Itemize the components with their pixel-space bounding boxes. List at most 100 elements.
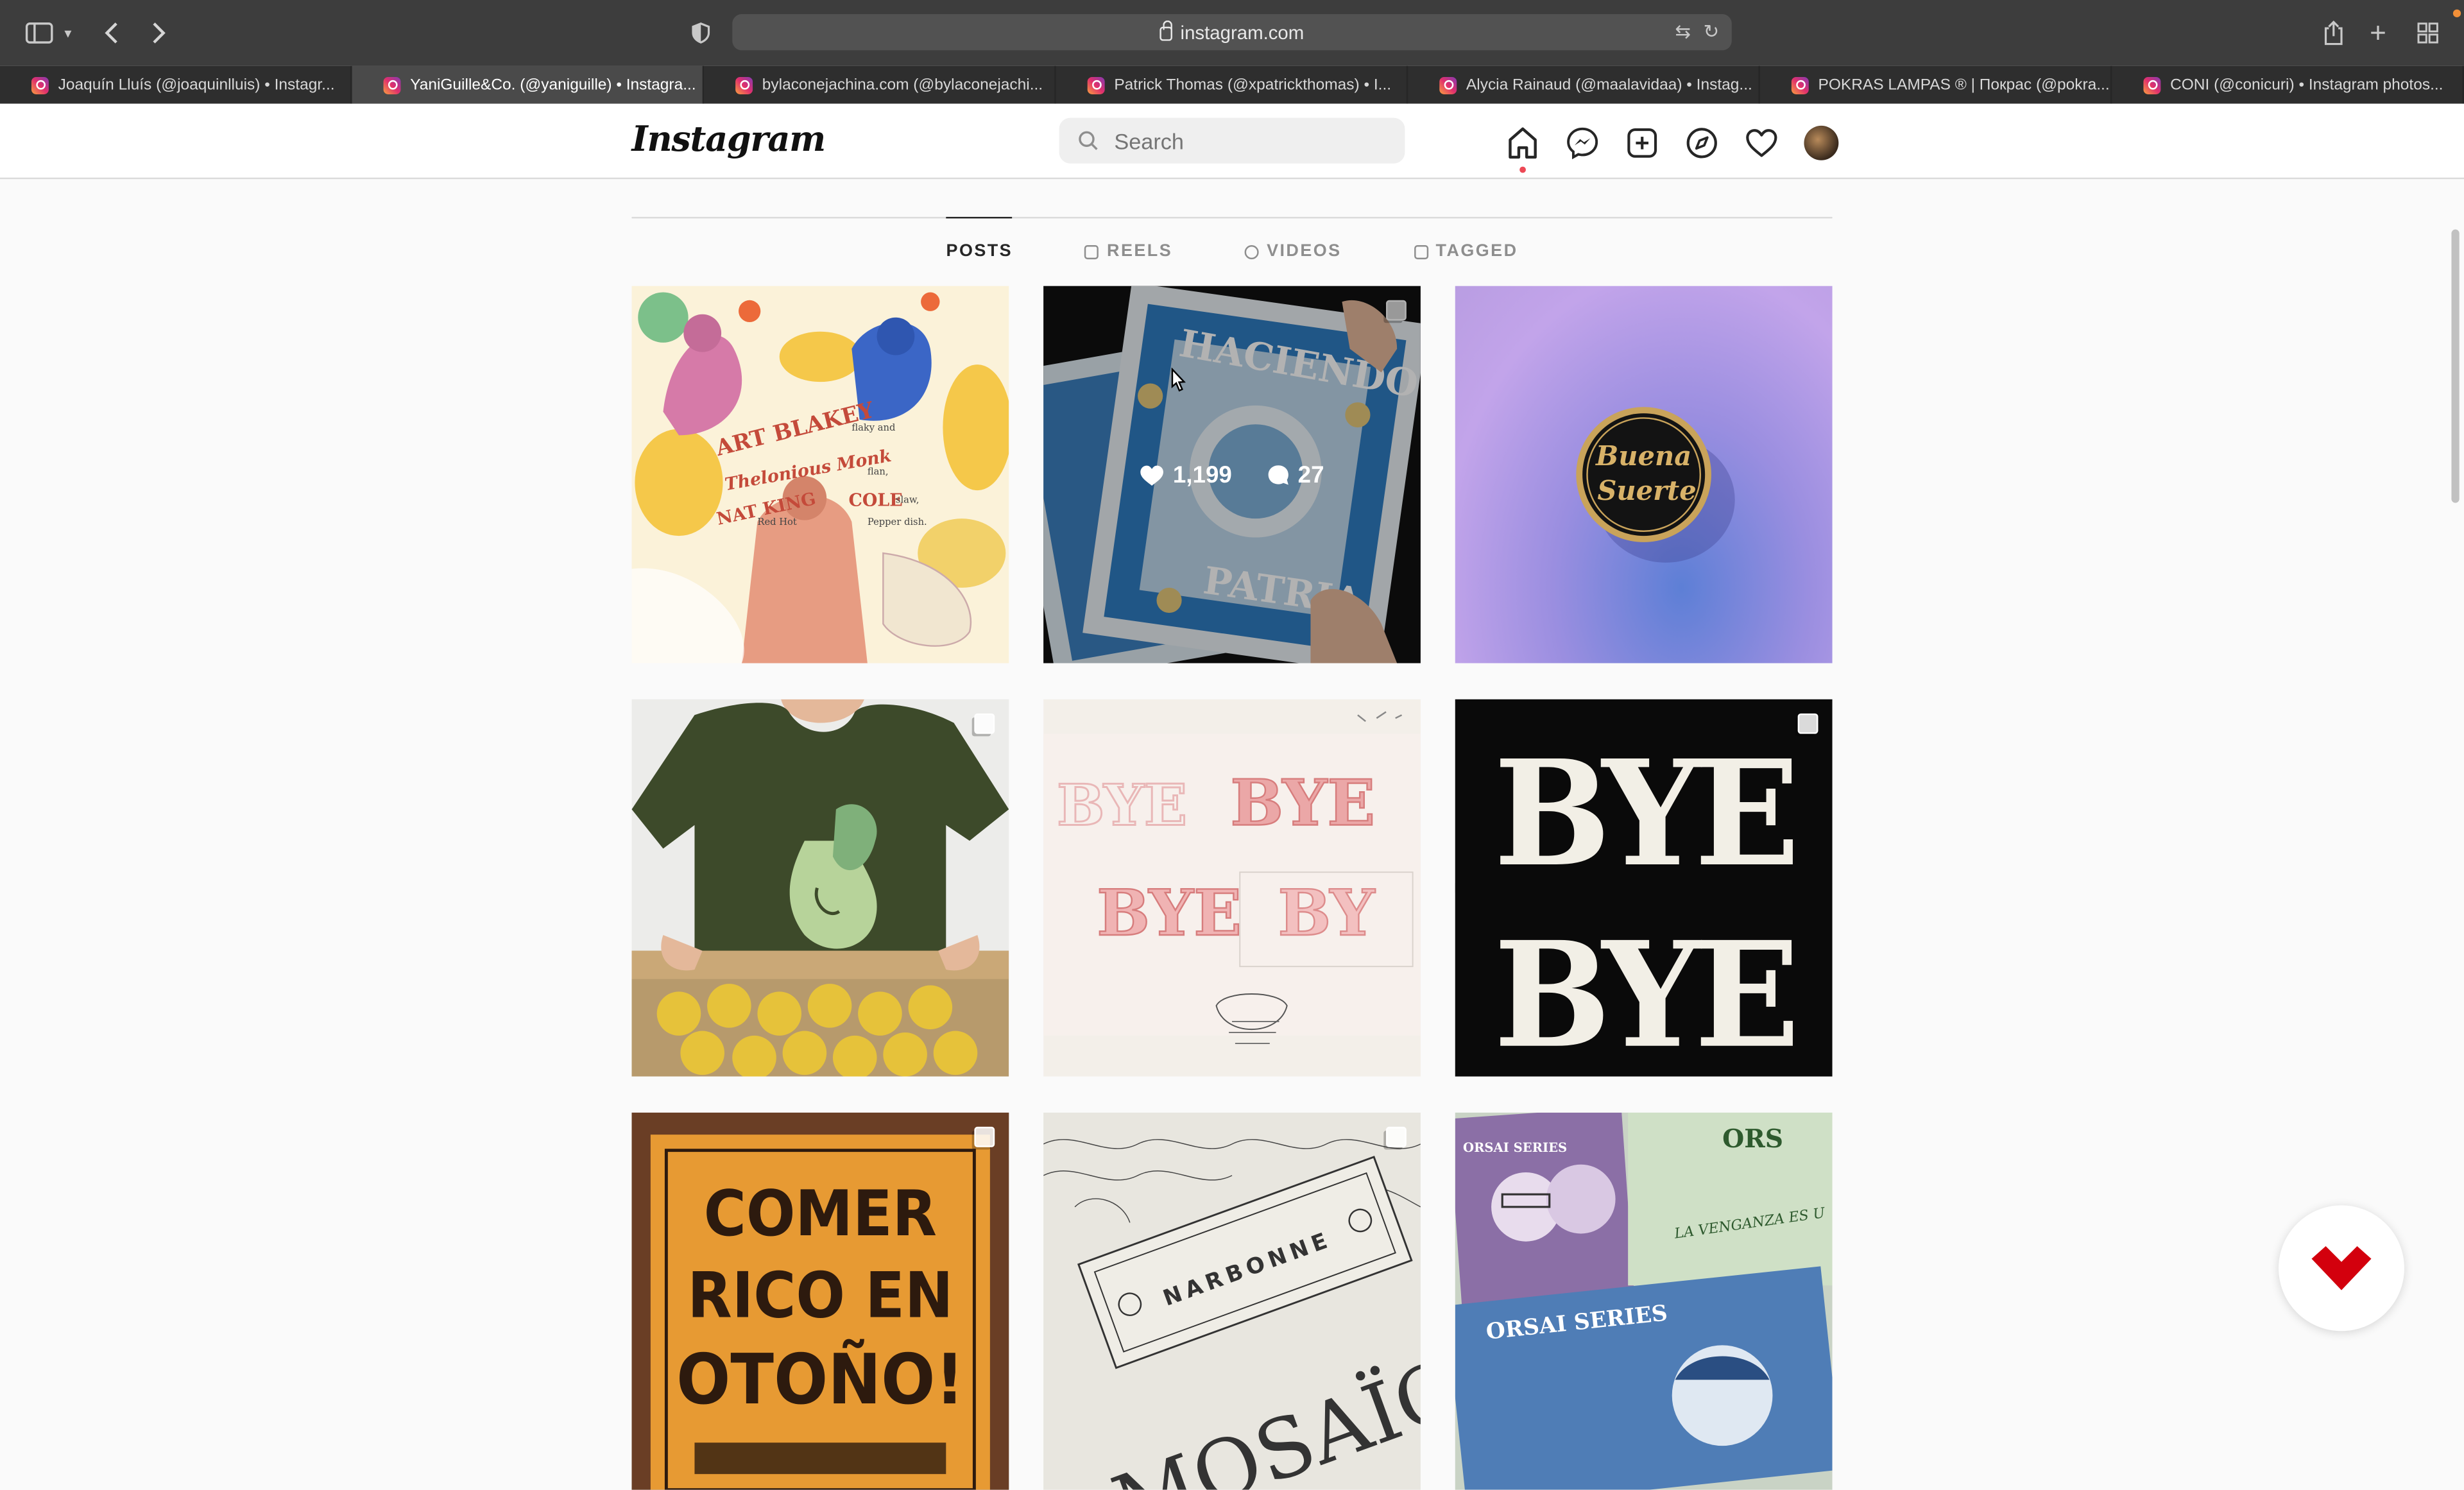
art-text: RICO EN	[687, 1260, 953, 1332]
post-buena-suerte-pin[interactable]: Buena Suerte	[1455, 286, 1833, 664]
chevron-down-icon[interactable]: ▾	[64, 17, 71, 49]
art-text: COLE	[848, 491, 902, 511]
browser-tab[interactable]: Patrick Thomas (@xpatrickthomas) • I...	[1056, 65, 1408, 104]
tab-overview-icon[interactable]	[2417, 17, 2439, 49]
page-scrollbar[interactable]	[2451, 229, 2460, 503]
address-bar[interactable]: instagram.com ⇆ ↻	[732, 14, 1732, 51]
lock-icon	[1159, 20, 1173, 41]
post-illustration: NARBONNE MOSAÏC	[1043, 1139, 1421, 1490]
explore-compass-icon[interactable]	[1684, 126, 1719, 160]
browser-tab[interactable]: Joaquín Lluís (@joaquinlluis) • Instagr.…	[0, 65, 352, 104]
share-icon[interactable]	[2323, 17, 2345, 49]
post-comer-rico[interactable]: COMER RICO EN OTOÑO!	[631, 1112, 1009, 1490]
post-grid: ART BLAKEY flaky and Thelonious Monk fla…	[631, 286, 1833, 1490]
post-orsai-series[interactable]: ORS ORSAI SERIES LA VENGANZA ES U ORSAI …	[1455, 1112, 1833, 1490]
sidebar-toggle-icon[interactable]	[25, 17, 53, 49]
instagram-favicon-icon	[735, 76, 753, 94]
instagram-favicon-icon	[383, 76, 401, 94]
art-text: Suerte	[1597, 475, 1696, 506]
post-hover-overlay[interactable]: 1,199 27	[1043, 286, 1421, 664]
tab-label: POSTS	[946, 242, 1013, 261]
art-text: COMER	[704, 1177, 937, 1250]
browser-tab[interactable]: POKRAS LAMPAS ® | Покрас (@pokra...	[1760, 65, 2112, 104]
floating-extension-button[interactable]	[2279, 1205, 2404, 1332]
reload-icon[interactable]: ↻	[1704, 21, 1720, 42]
tab-tagged[interactable]: TAGGED	[1414, 218, 1518, 284]
notification-dot	[2452, 9, 2461, 17]
instagram-favicon-icon	[1087, 76, 1105, 94]
tab-label: VIDEOS	[1267, 242, 1342, 261]
browser-tab-bar: Joaquín Lluís (@joaquinlluis) • Instagr.…	[0, 65, 2464, 104]
likes-count: 1,199	[1172, 461, 1232, 488]
post-illustration: Buena Suerte	[1576, 407, 1735, 563]
instagram-logo[interactable]: Instagram	[631, 119, 826, 160]
tab-label: YaniGuille&Co. (@yaniguille) • Instagra.…	[410, 76, 696, 94]
art-text: BYE	[1097, 877, 1242, 950]
search-box[interactable]	[1059, 117, 1405, 164]
art-text: Red Hot	[757, 517, 796, 527]
post-poster-patria[interactable]: HACIENDO PATRIA 1,199 27	[1043, 286, 1421, 664]
home-icon[interactable]	[1505, 126, 1540, 173]
tab-label: CONI (@conicuri) • Instagram photos...	[2170, 76, 2443, 94]
tab-posts[interactable]: POSTS	[946, 216, 1593, 519]
art-text: BY	[1278, 877, 1375, 950]
tab-label: Patrick Thomas (@xpatrickthomas) • I...	[1114, 76, 1392, 94]
messenger-icon[interactable]	[1565, 126, 1600, 160]
browser-tab[interactable]: bylaconejachina.com (@bylaconejachi...	[704, 65, 1056, 104]
new-post-icon[interactable]	[1625, 126, 1659, 160]
heart-activity-icon[interactable]	[1744, 126, 1779, 160]
post-bye-bye-sketch[interactable]: BYE BYE BYE BY	[1043, 699, 1421, 1077]
post-illustration: BYE BYE	[1455, 729, 1833, 1077]
heart-icon	[1141, 465, 1164, 485]
instagram-header: Instagram	[0, 103, 2464, 180]
profile-avatar[interactable]	[1804, 125, 1839, 160]
tagged-icon	[1414, 244, 1428, 259]
multi-photo-icon	[1386, 1126, 1407, 1147]
art-text: ORS	[1722, 1124, 1783, 1154]
tab-reels[interactable]: REELS	[1084, 218, 1173, 284]
tab-videos[interactable]: VIDEOS	[1244, 218, 1342, 284]
post-illustration: ORS ORSAI SERIES LA VENGANZA ES U ORSAI …	[1455, 1112, 1833, 1490]
post-art-blakey[interactable]: ART BLAKEY flaky and Thelonious Monk fla…	[631, 286, 1009, 664]
art-text: OTOÑO!	[676, 1339, 964, 1420]
new-tab-icon[interactable]: +	[2370, 17, 2386, 49]
post-bye-bye-black[interactable]: BYE BYE	[1455, 699, 1833, 1077]
back-icon[interactable]	[104, 17, 119, 49]
post-illustration: COMER RICO EN OTOÑO!	[631, 1112, 1009, 1490]
multi-photo-icon	[974, 1126, 995, 1147]
tab-label: bylaconejachina.com (@bylaconejachi...	[762, 76, 1043, 94]
tab-label: REELS	[1107, 242, 1173, 261]
art-text: flaky and	[851, 422, 895, 433]
url-text: instagram.com	[1180, 21, 1305, 44]
translate-icon[interactable]: ⇆	[1675, 21, 1691, 42]
browser-tab-active[interactable]: YaniGuille&Co. (@yaniguille) • Instagra.…	[352, 65, 705, 104]
privacy-shield-icon[interactable]	[692, 17, 710, 49]
post-pear-tshirt[interactable]	[631, 699, 1009, 1077]
art-text: BYE	[1057, 772, 1187, 839]
post-illustration: BYE BYE BYE BY	[1043, 711, 1421, 1044]
video-icon	[1244, 244, 1259, 259]
tab-label: Alycia Rainaud (@maalavidaa) • Instag...	[1466, 76, 1752, 94]
art-text: BYE	[1494, 911, 1793, 1077]
browser-toolbar: ▾ instagram.com ⇆ ↻ +	[0, 0, 2464, 66]
tab-label: TAGGED	[1435, 242, 1518, 261]
tab-label: Joaquín Lluís (@joaquinlluis) • Instagr.…	[58, 76, 335, 94]
art-text: BYE	[1230, 767, 1375, 841]
forward-icon[interactable]	[151, 17, 166, 49]
search-icon	[1079, 131, 1098, 150]
art-text: MOSAÏC	[1101, 1341, 1421, 1489]
instagram-favicon-icon	[1439, 76, 1457, 94]
mouse-cursor-icon	[1171, 368, 1186, 392]
browser-tab[interactable]: CONI (@conicuri) • Instagram photos...	[2112, 65, 2464, 104]
post-narbonne-mosaic[interactable]: NARBONNE MOSAÏC	[1043, 1112, 1421, 1490]
art-text: flan,	[868, 467, 889, 477]
browser-tab[interactable]: Alycia Rainaud (@maalavidaa) • Instag...	[1408, 65, 1760, 104]
post-illustration	[631, 699, 1009, 1077]
search-input[interactable]	[1114, 128, 1366, 153]
instagram-favicon-icon	[1791, 76, 1809, 94]
heart-brand-icon	[2311, 1246, 2372, 1290]
post-illustration: ART BLAKEY flaky and Thelonious Monk fla…	[631, 292, 1009, 664]
art-text: Pepper dish.	[868, 517, 927, 527]
art-text: BYE	[1494, 729, 1793, 899]
profile-tabs: POSTS REELS VIDEOS TAGGED	[631, 216, 1833, 519]
